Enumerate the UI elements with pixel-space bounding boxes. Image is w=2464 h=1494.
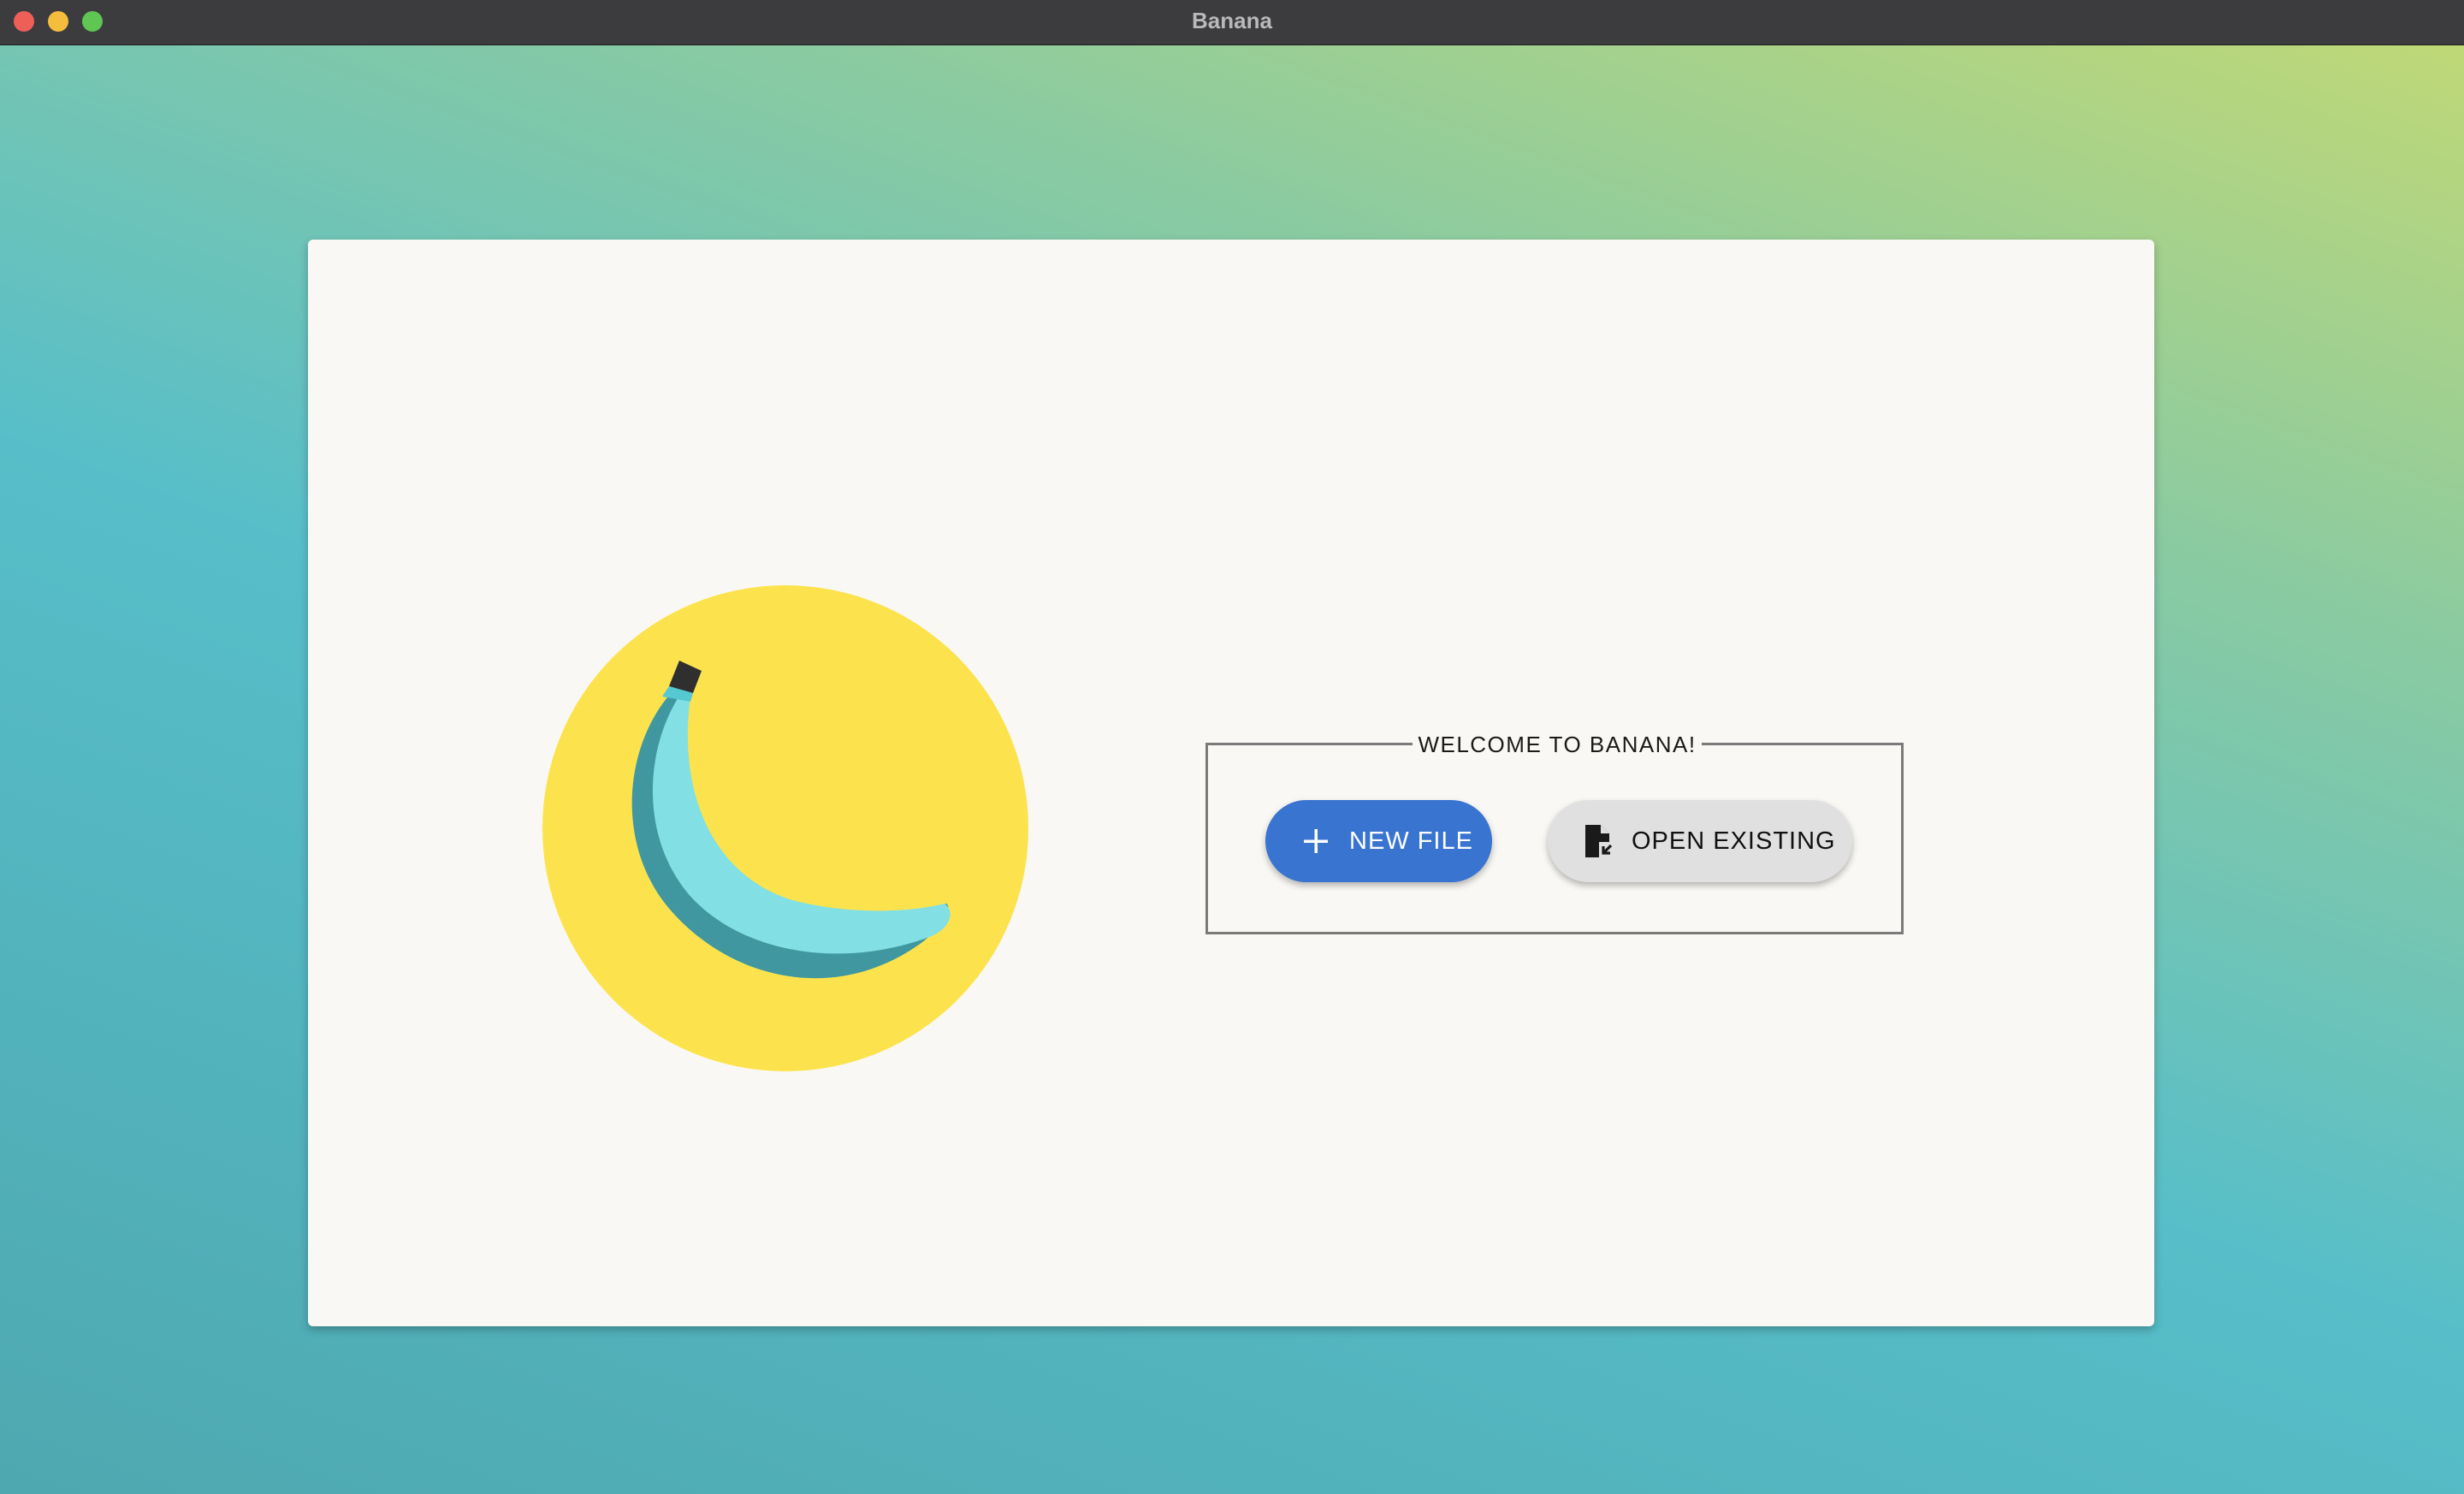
open-existing-button[interactable]: OPEN EXISTING [1548,800,1852,882]
title-bar: Banana [0,0,2464,45]
open-existing-label: OPEN EXISTING [1632,827,1836,855]
welcome-card: WELCOME TO BANANA! NEW FILE OPEN EXISTIN… [308,240,2154,1326]
app-window: Banana WELCOME TO BANANA! NEW FILE OPEN … [0,0,2464,1494]
new-file-button[interactable]: NEW FILE [1265,800,1492,882]
plus-icon [1298,823,1334,859]
welcome-fieldset: WELCOME TO BANANA! NEW FILE OPEN EXISTIN… [1205,732,1904,934]
welcome-legend-text: WELCOME TO BANANA! [1413,732,1702,757]
file-open-icon [1580,823,1616,859]
banana-logo [542,585,1028,1071]
window-title: Banana [1192,8,1272,33]
banana-logo-icon [542,585,1028,1071]
welcome-legend: WELCOME TO BANANA! [1208,732,1906,757]
app-content: WELCOME TO BANANA! NEW FILE OPEN EXISTIN… [0,45,2464,1494]
new-file-label: NEW FILE [1349,827,1473,855]
